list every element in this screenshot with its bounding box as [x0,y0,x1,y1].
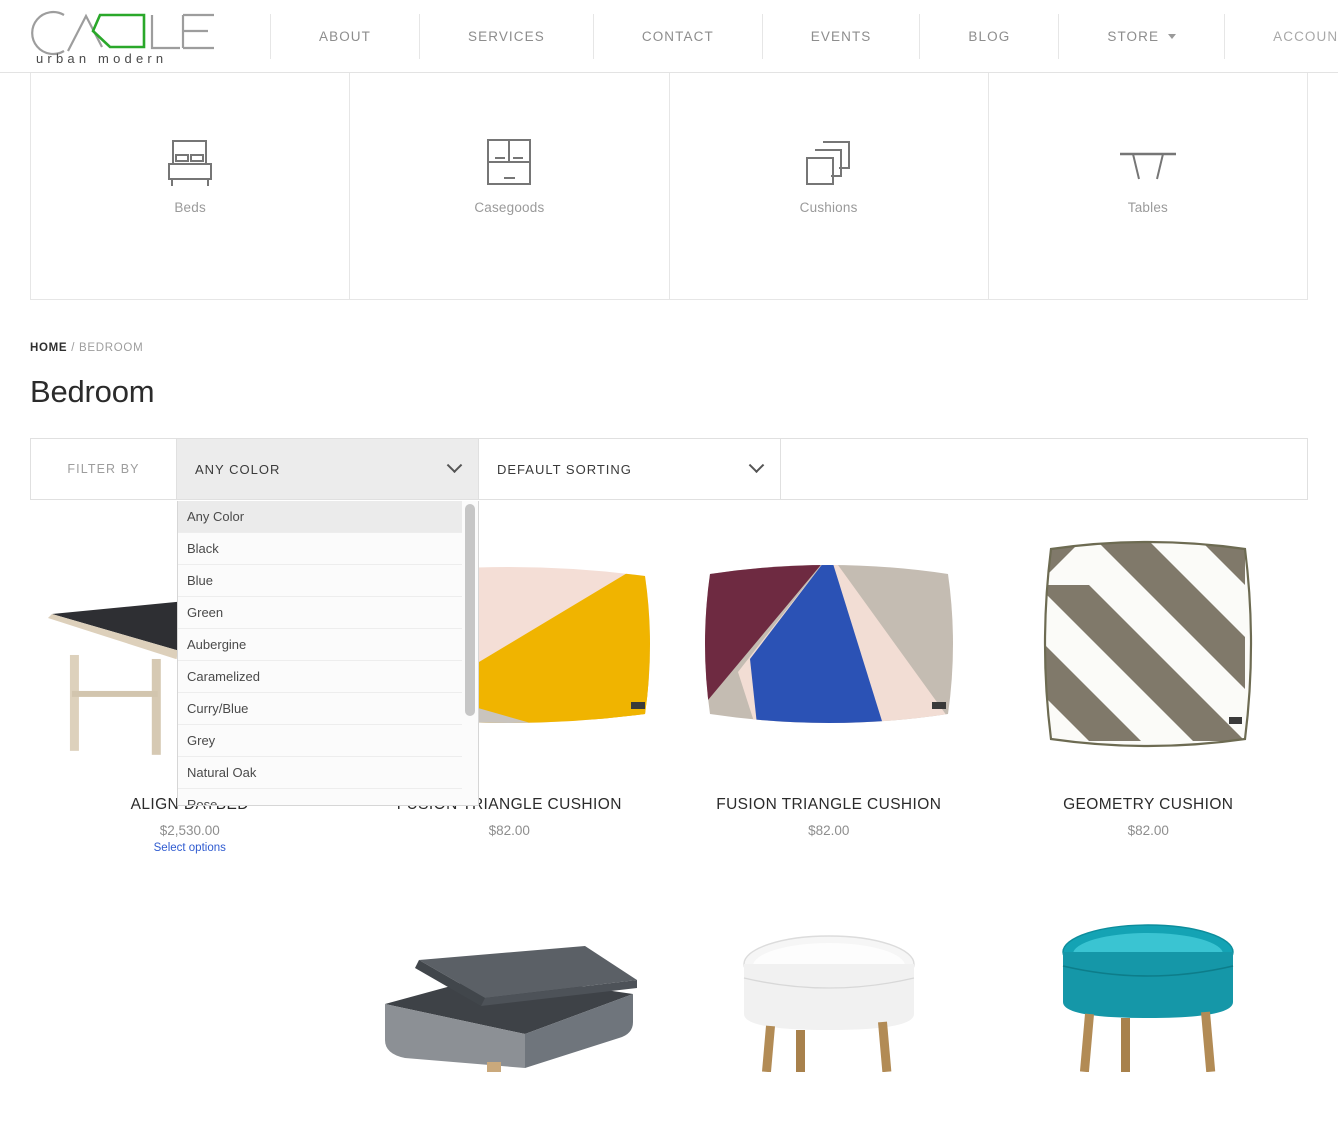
page-title: Bedroom [30,374,155,409]
filter-bar-filler [781,439,1307,499]
breadcrumb-separator: / [71,342,76,354]
color-option[interactable]: Any Color [178,501,462,533]
category-label: Cushions [799,200,858,215]
category-label: Casegoods [474,200,545,215]
category-label: Beds [174,200,206,215]
category-label: Tables [1127,200,1168,215]
table-icon [1117,135,1179,187]
nav-item-blog[interactable]: BLOG [920,13,1060,59]
nav-label: BLOG [968,28,1011,44]
nav-label: STORE [1107,28,1160,44]
nav-item-about[interactable]: ABOUT [270,13,421,59]
product-price: $82.00 [488,823,530,838]
svg-text:urban modern: urban modern [36,51,167,65]
bed-icon [162,135,218,187]
color-option[interactable]: Grey [178,725,462,757]
product-price: $2,530.00 [159,823,220,838]
chevron-down-icon [446,456,463,473]
chevron-down-icon [748,456,765,473]
color-option[interactable]: Curry/Blue [178,693,462,725]
product-card[interactable]: GEOMETRY CUSHION $82.00 [989,514,1309,856]
product-image-grey-storage-table [350,922,670,1072]
color-option-list: Any Color Black Blue Green Aubergine Car… [178,501,462,805]
color-option[interactable]: Natural Oak [178,757,462,789]
product-price: $82.00 [808,823,850,838]
sort-select[interactable]: DEFAULT SORTING [479,439,781,499]
nav-label: ABOUT [319,28,372,44]
product-card[interactable]: FUSION TRIANGLE CUSHION $82.00 [669,514,989,856]
product-image-white-round-table [669,922,989,1072]
breadcrumb: HOME / BEDROOM [30,342,1308,354]
select-options-link[interactable]: Select options [154,842,226,854]
color-option[interactable]: Black [178,533,462,565]
category-strip: Beds Casegoods Cushions Tables [30,73,1308,300]
stacked-squares-icon [801,135,857,187]
nav-item-store[interactable]: STORE [1059,13,1226,59]
color-option[interactable]: Rose [178,789,462,805]
category-cushions[interactable]: Cushions [670,73,989,299]
product-grid-row-2 [30,922,1308,1072]
chevron-down-icon [1168,33,1177,39]
product-price: $82.00 [1127,823,1169,838]
color-option[interactable]: Caramelized [178,661,462,693]
nav-item-account[interactable]: ACCOUNT [1225,14,1338,59]
product-image-cushion-geometry [989,514,1309,774]
nav-item-events[interactable]: EVENTS [763,13,921,59]
category-tables[interactable]: Tables [989,73,1307,299]
nav-label: CONTACT [641,28,714,44]
nav-label: SERVICES [468,28,545,44]
dropdown-scrollbar-thumb[interactable] [465,504,475,716]
breadcrumb-home[interactable]: HOME [30,342,67,354]
product-image-cushion-blue [669,514,989,774]
product-image-empty [30,922,350,1072]
color-option[interactable]: Blue [178,565,462,597]
cabinet-icon [482,135,536,187]
site-logo[interactable]: urban modern [28,7,228,65]
nav-label: EVENTS [810,28,872,44]
site-header: urban modern ABOUT SERVICES CONTACT EVEN… [0,0,1338,73]
category-beds[interactable]: Beds [31,73,351,299]
product-card[interactable] [30,922,350,1072]
sort-value: DEFAULT SORTING [497,461,632,477]
nav-item-services[interactable]: SERVICES [420,13,594,59]
breadcrumb-current: BEDROOM [79,342,144,354]
product-title: FUSION TRIANGLE CUSHION [716,796,942,813]
product-card[interactable] [669,922,989,1072]
main-navigation: ABOUT SERVICES CONTACT EVENTS BLOG STORE… [270,13,1338,59]
filter-bar: FILTER BY ANY COLOR DEFAULT SORTING Any … [30,438,1308,806]
nav-item-contact[interactable]: CONTACT [594,13,763,59]
color-option[interactable]: Aubergine [178,629,462,661]
color-filter-value: ANY COLOR [195,461,281,477]
color-filter-dropdown[interactable]: Any Color Black Blue Green Aubergine Car… [177,501,479,806]
category-casegoods[interactable]: Casegoods [350,73,670,299]
product-card[interactable] [350,922,670,1072]
product-title: GEOMETRY CUSHION [1063,796,1234,813]
product-card[interactable] [989,922,1309,1072]
nav-label: ACCOUNT [1273,28,1338,44]
color-filter-select[interactable]: ANY COLOR [177,439,479,499]
product-image-teal-round-table [989,922,1309,1072]
filter-by-label: FILTER BY [31,439,177,499]
color-option[interactable]: Green [178,597,462,629]
